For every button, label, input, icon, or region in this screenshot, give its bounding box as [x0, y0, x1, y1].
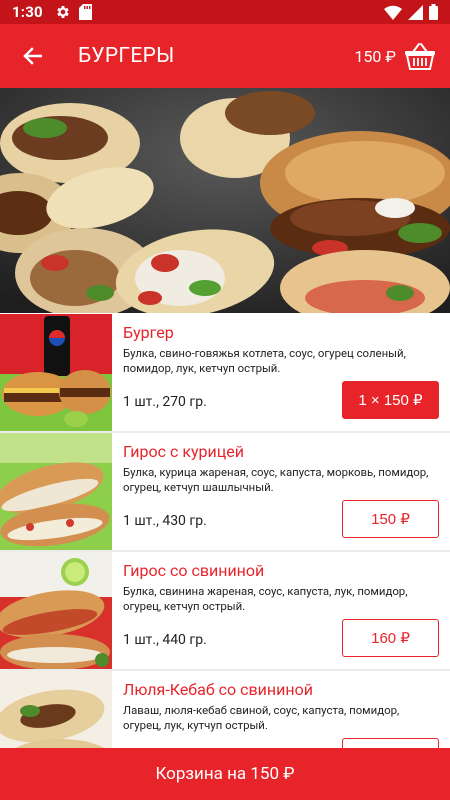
product-image — [0, 433, 112, 550]
product-weight: 1 шт., 430 гр. — [123, 513, 207, 529]
product-weight: 1 шт., 270 гр. — [123, 394, 207, 410]
toolbar-cart-button[interactable]: 150 ₽ — [354, 42, 450, 70]
toolbar-cart-total: 150 ₽ — [354, 46, 396, 66]
product-description: Булка, свино-говяжья котлета, соус, огур… — [123, 346, 406, 375]
status-bar: 1:30 — [0, 0, 450, 24]
screen: 1:30 БУРГЕРЫ 150 ₽ Бургер Булка, свино-г… — [0, 0, 450, 800]
signal-icon — [408, 4, 423, 20]
product-name: Люля-Кебаб со свининой — [123, 680, 313, 699]
product-name: Гирос со свининой — [123, 561, 265, 580]
status-time: 1:30 — [12, 3, 43, 21]
hero-image — [0, 88, 450, 313]
price-button[interactable] — [342, 738, 439, 748]
product-body: Люля-Кебаб со свининой Лаваш, люля-кебаб… — [112, 671, 450, 748]
price-button[interactable]: 150 ₽ — [342, 500, 439, 538]
product-description: Булка, курица жареная, соус, капуста, мо… — [123, 465, 429, 494]
gear-icon — [57, 6, 69, 18]
price-button[interactable]: 1 × 150 ₽ — [342, 381, 439, 419]
product-card[interactable]: Гирос со свининой Булка, свинина жареная… — [0, 552, 450, 669]
basket-icon — [405, 43, 435, 70]
status-left-icons — [55, 4, 92, 20]
back-button[interactable] — [0, 24, 64, 88]
wifi-icon — [384, 5, 402, 20]
product-card[interactable]: Гирос с курицей Булка, курица жареная, с… — [0, 433, 450, 550]
product-weight: 1 шт., 440 гр. — [123, 632, 207, 648]
arrow-back-icon — [23, 47, 42, 65]
product-card[interactable]: Бургер Булка, свино-говяжья котлета, соу… — [0, 314, 450, 431]
battery-icon — [429, 4, 438, 20]
product-image — [0, 552, 112, 669]
product-image — [0, 671, 112, 748]
toolbar: БУРГЕРЫ 150 ₽ — [0, 24, 450, 88]
sd-card-icon — [78, 4, 92, 20]
product-list[interactable]: Бургер Булка, свино-говяжья котлета, соу… — [0, 314, 450, 748]
product-name: Гирос с курицей — [123, 442, 244, 461]
product-body: Гирос со свининой Булка, свинина жареная… — [112, 552, 450, 669]
product-card[interactable]: Люля-Кебаб со свининой Лаваш, люля-кебаб… — [0, 671, 450, 748]
cart-bar-label: Корзина на 150 ₽ — [155, 764, 295, 784]
page-title: БУРГЕРЫ — [78, 44, 175, 68]
status-right-icons — [384, 4, 438, 20]
price-button[interactable]: 160 ₽ — [342, 619, 439, 657]
product-body: Гирос с курицей Булка, курица жареная, с… — [112, 433, 450, 550]
product-name: Бургер — [123, 323, 174, 342]
cart-bar-button[interactable]: Корзина на 150 ₽ — [0, 748, 450, 800]
product-body: Бургер Булка, свино-говяжья котлета, соу… — [112, 314, 450, 431]
product-description: Лаваш, люля-кебаб свиной, соус, капуста,… — [123, 703, 400, 732]
product-image — [0, 314, 112, 431]
product-description: Булка, свинина жареная, соус, капуста, л… — [123, 584, 408, 613]
